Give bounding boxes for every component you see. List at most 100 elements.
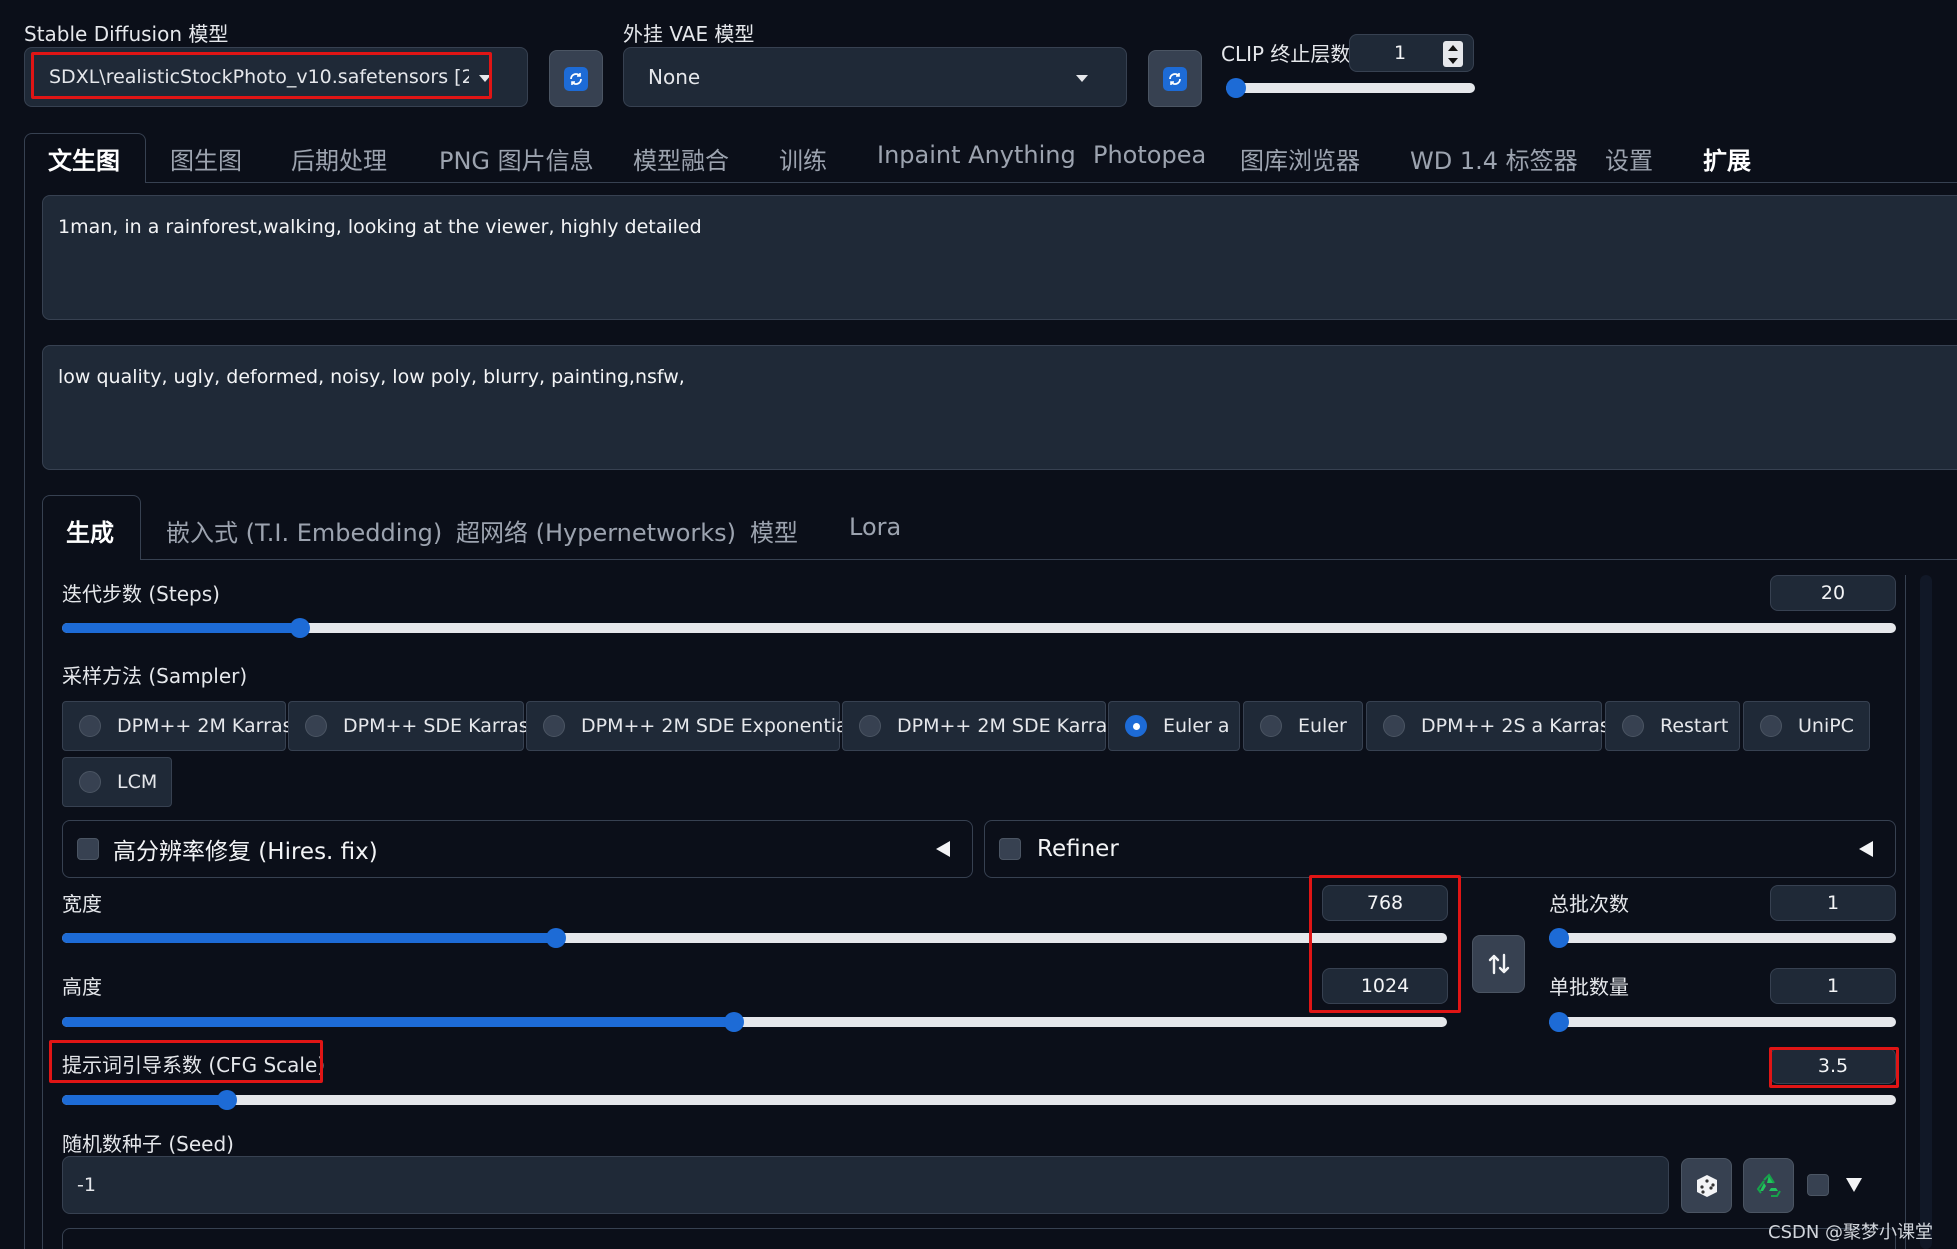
tab-extras[interactable]: 后期处理 <box>291 141 387 176</box>
hires-fix-checkbox[interactable] <box>77 838 99 860</box>
sampler-option-unipc[interactable]: UniPC <box>1743 701 1870 751</box>
tab-divider <box>146 182 1957 183</box>
refiner-accordion[interactable]: Refiner <box>984 820 1896 878</box>
seed-input[interactable]: -1 <box>62 1156 1669 1214</box>
hires-fix-accordion[interactable]: 高分辨率修复 (Hires. fix) <box>62 820 973 878</box>
watermark: CSDN @聚梦小课堂 <box>1768 1222 1934 1243</box>
triangle-down-icon[interactable] <box>1846 1178 1862 1192</box>
steps-slider[interactable] <box>62 618 1896 638</box>
swap-icon <box>1488 953 1509 975</box>
sampler-option-dpmpp-2m-sde-karras[interactable]: DPM++ 2M SDE Karras <box>842 701 1117 751</box>
radio-button[interactable] <box>859 715 881 737</box>
steps-value: 20 <box>1820 582 1846 604</box>
subcontent-border-right <box>1905 575 1906 1249</box>
hires-fix-label: 高分辨率修复 (Hires. fix) <box>113 839 378 865</box>
width-slider[interactable] <box>62 928 1447 948</box>
slider-thumb[interactable] <box>1549 1012 1569 1032</box>
radio-button-selected[interactable] <box>1125 715 1147 737</box>
subtab-checkpoints[interactable]: 模型 <box>750 513 798 548</box>
steps-label: 迭代步数 (Steps) <box>62 582 220 606</box>
scrollbar[interactable] <box>1920 575 1932 1249</box>
dice-icon <box>1696 1174 1717 1197</box>
refresh-model-button[interactable] <box>549 50 603 107</box>
batch-size-input[interactable]: 1 <box>1770 968 1896 1004</box>
vae-dropdown[interactable]: None <box>623 47 1127 107</box>
sampler-option-euler-a[interactable]: Euler a <box>1108 701 1240 751</box>
tab-inpaint-anything[interactable]: Inpaint Anything <box>877 141 1076 169</box>
reuse-seed-button[interactable] <box>1743 1158 1794 1213</box>
slider-thumb[interactable] <box>1549 928 1569 948</box>
cfg-scale-slider[interactable] <box>62 1090 1896 1110</box>
height-input[interactable]: 1024 <box>1322 968 1448 1004</box>
radio-button[interactable] <box>1760 715 1782 737</box>
sampler-option-restart[interactable]: Restart <box>1605 701 1740 751</box>
sampler-option-lcm[interactable]: LCM <box>62 757 172 807</box>
cfg-scale-value: 3.5 <box>1817 1055 1849 1077</box>
steps-input[interactable]: 20 <box>1770 575 1896 611</box>
triangle-left-icon[interactable] <box>936 841 950 857</box>
seed-label: 随机数种子 (Seed) <box>62 1132 234 1156</box>
batch-count-input[interactable]: 1 <box>1770 885 1896 921</box>
sampler-option-label: DPM++ 2M SDE Karras <box>897 715 1118 737</box>
sampler-option-dpmpp-2m-sde-exponential[interactable]: DPM++ 2M SDE Exponential <box>526 701 853 751</box>
subtab-divider <box>141 559 1957 560</box>
sampler-option-euler[interactable]: Euler <box>1243 701 1363 751</box>
cfg-scale-input[interactable]: 3.5 <box>1770 1048 1896 1084</box>
subtab-generate[interactable]: 生成 <box>66 513 114 548</box>
swap-dimensions-button[interactable] <box>1472 935 1525 993</box>
sampler-option-dpmpp-sde-karras[interactable]: DPM++ SDE Karras <box>288 701 529 751</box>
radio-button[interactable] <box>305 715 327 737</box>
radio-button[interactable] <box>1260 715 1282 737</box>
radio-button[interactable] <box>79 715 101 737</box>
height-slider[interactable] <box>62 1012 1447 1032</box>
subtab-hypernetworks[interactable]: 超网络 (Hypernetworks) <box>456 513 736 548</box>
slider-thumb[interactable] <box>723 1012 744 1032</box>
sampler-option-dpmpp-2m-karras[interactable]: DPM++ 2M Karras <box>62 701 292 751</box>
slider-thumb[interactable] <box>290 618 311 638</box>
slider-thumb[interactable] <box>1226 78 1246 98</box>
tab-train[interactable]: 训练 <box>779 141 827 176</box>
subtab-embedding[interactable]: 嵌入式 (T.I. Embedding) <box>166 513 442 548</box>
width-input[interactable]: 768 <box>1322 885 1448 921</box>
sd-model-value: SDXL\realisticStockPhoto_v10.safetensors… <box>49 66 469 88</box>
sampler-option-label: DPM++ 2S a Karras <box>1421 715 1610 737</box>
batch-count-value: 1 <box>1826 892 1840 914</box>
width-value: 768 <box>1366 892 1404 914</box>
tab-photopea[interactable]: Photopea <box>1093 141 1206 169</box>
negative-prompt-input[interactable]: low quality, ugly, deformed, noisy, low … <box>42 345 1957 470</box>
tab-settings[interactable]: 设置 <box>1605 141 1653 176</box>
triangle-left-icon[interactable] <box>1859 841 1873 857</box>
sampler-option-dpmpp-2s-a-karras[interactable]: DPM++ 2S a Karras <box>1366 701 1610 751</box>
batch-count-slider[interactable] <box>1549 928 1896 948</box>
sampler-option-label: DPM++ 2M Karras <box>117 715 293 737</box>
tab-wd14-tagger[interactable]: WD 1.4 标签器 <box>1410 141 1578 176</box>
sampler-option-label: Euler a <box>1163 715 1230 737</box>
batch-size-slider[interactable] <box>1549 1012 1896 1032</box>
height-value: 1024 <box>1360 975 1410 997</box>
extra-seed-checkbox[interactable] <box>1807 1174 1829 1196</box>
radio-button[interactable] <box>1383 715 1405 737</box>
vae-label: 外挂 VAE 模型 <box>623 22 755 46</box>
radio-button[interactable] <box>543 715 565 737</box>
refresh-vae-button[interactable] <box>1148 50 1202 107</box>
random-seed-button[interactable] <box>1681 1158 1732 1213</box>
clip-skip-slider[interactable] <box>1226 78 1475 98</box>
positive-prompt-input[interactable]: 1man, in a rainforest,walking, looking a… <box>42 195 1957 320</box>
clip-skip-input[interactable]: 1 <box>1349 34 1474 72</box>
tab-model-merge[interactable]: 模型融合 <box>633 141 729 176</box>
radio-button[interactable] <box>79 771 101 793</box>
subtab-lora[interactable]: Lora <box>849 513 901 541</box>
stepper-icon[interactable] <box>1443 41 1463 67</box>
tab-img2img[interactable]: 图生图 <box>170 141 242 176</box>
refiner-label: Refiner <box>1037 836 1119 862</box>
slider-thumb[interactable] <box>546 928 567 948</box>
slider-thumb[interactable] <box>217 1090 238 1110</box>
cfg-scale-label: 提示词引导系数 (CFG Scale) <box>62 1053 326 1077</box>
tab-extensions[interactable]: 扩展 <box>1703 141 1751 176</box>
sd-model-dropdown[interactable]: SDXL\realisticStockPhoto_v10.safetensors… <box>24 47 528 107</box>
tab-image-browser[interactable]: 图库浏览器 <box>1240 141 1360 176</box>
radio-button[interactable] <box>1622 715 1644 737</box>
tab-txt2img[interactable]: 文生图 <box>48 141 120 176</box>
tab-png-info[interactable]: PNG 图片信息 <box>439 141 594 176</box>
refiner-checkbox[interactable] <box>999 838 1021 860</box>
